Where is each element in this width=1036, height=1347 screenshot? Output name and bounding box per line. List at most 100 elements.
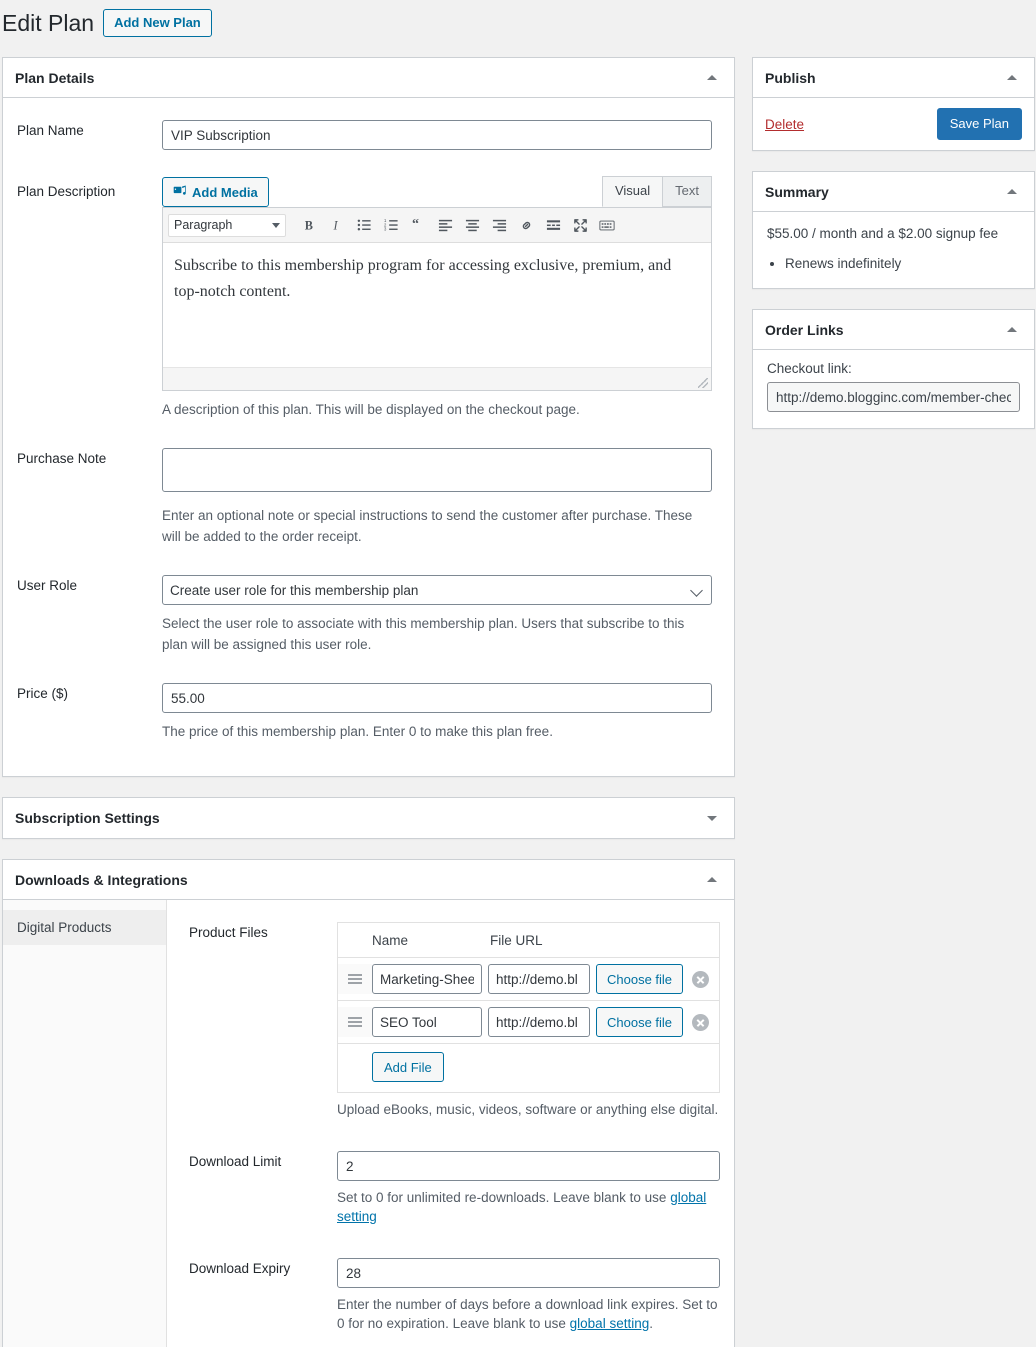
file-name-input[interactable] bbox=[372, 1007, 482, 1037]
align-center-icon[interactable] bbox=[459, 213, 485, 237]
subscription-settings-header[interactable]: Subscription Settings bbox=[3, 798, 734, 838]
download-expiry-input[interactable] bbox=[337, 1258, 720, 1288]
order-links-panel: Order Links Checkout link: bbox=[752, 309, 1035, 429]
tab-visual[interactable]: Visual bbox=[601, 176, 664, 207]
order-links-body: Checkout link: bbox=[753, 350, 1034, 428]
toolbar-toggle-icon[interactable] bbox=[594, 213, 620, 237]
price-input[interactable] bbox=[162, 683, 712, 713]
summary-panel: Summary $55.00 / month and a $2.00 signu… bbox=[752, 171, 1035, 289]
sidebar-column: Publish Delete Save Plan Summary $55.00 … bbox=[752, 57, 1035, 449]
summary-header[interactable]: Summary bbox=[753, 172, 1034, 212]
fullscreen-icon[interactable] bbox=[567, 213, 593, 237]
triangle-up-icon[interactable] bbox=[1002, 68, 1022, 88]
triangle-up-icon[interactable] bbox=[702, 68, 722, 88]
drag-handle-icon[interactable] bbox=[338, 964, 372, 994]
purchase-note-textarea[interactable] bbox=[162, 448, 712, 492]
triangle-up-icon[interactable] bbox=[702, 870, 722, 890]
plan-name-row: Plan Name bbox=[3, 98, 734, 150]
download-limit-help-text: Set to 0 for unlimited re-downloads. Lea… bbox=[337, 1190, 671, 1205]
download-limit-row: Download Limit Set to 0 for unlimited re… bbox=[189, 1151, 727, 1226]
page-header: Edit Plan Add New Plan bbox=[0, 0, 1036, 46]
user-role-label: User Role bbox=[17, 578, 78, 593]
plan-description-label: Plan Description bbox=[17, 184, 116, 199]
global-setting-link[interactable]: global setting bbox=[570, 1316, 650, 1331]
bold-icon[interactable]: B bbox=[297, 213, 323, 237]
download-limit-input[interactable] bbox=[337, 1151, 720, 1181]
publish-header[interactable]: Publish bbox=[753, 58, 1034, 98]
triangle-up-icon[interactable] bbox=[1002, 320, 1022, 340]
editor-mode-tabs: Visual Text bbox=[601, 176, 712, 207]
editor-content[interactable]: Subscribe to this membership program for… bbox=[163, 243, 711, 368]
triangle-up-icon[interactable] bbox=[1002, 182, 1022, 202]
add-media-button[interactable]: Add Media bbox=[162, 177, 269, 207]
purchase-note-row: Purchase Note Enter an optional note or … bbox=[3, 420, 734, 547]
product-files-row: Product Files Name File URL Marketing-Sh… bbox=[189, 922, 727, 1119]
italic-icon[interactable]: I bbox=[324, 213, 350, 237]
plan-details-header[interactable]: Plan Details bbox=[3, 58, 734, 98]
main-column: Plan Details Plan Name Plan Description bbox=[2, 57, 735, 1347]
add-file-button[interactable]: Add File bbox=[372, 1052, 444, 1082]
align-right-icon[interactable] bbox=[486, 213, 512, 237]
remove-circle-icon[interactable] bbox=[692, 970, 710, 988]
download-limit-label: Download Limit bbox=[189, 1154, 282, 1169]
bulleted-list-icon[interactable] bbox=[351, 213, 377, 237]
user-role-select[interactable]: Create user role for this membership pla… bbox=[162, 575, 712, 605]
order-links-header[interactable]: Order Links bbox=[753, 310, 1034, 350]
admin-page: Edit Plan Add New Plan Plan Details Plan… bbox=[0, 0, 1036, 1347]
summary-price-line: $55.00 / month and a $2.00 signup fee bbox=[767, 226, 999, 241]
format-select[interactable]: Paragraph bbox=[168, 213, 286, 237]
price-row: Price ($) The price of this membership p… bbox=[3, 655, 734, 776]
purchase-note-help: Enter an optional note or special instru… bbox=[162, 508, 693, 544]
table-row: Choose file bbox=[338, 958, 719, 1001]
product-files-help: Upload eBooks, music, videos, software o… bbox=[337, 1102, 719, 1117]
read-more-icon[interactable] bbox=[540, 213, 566, 237]
downloads-tab-digital-products[interactable]: Digital Products bbox=[3, 910, 166, 945]
remove-circle-icon[interactable] bbox=[692, 1013, 710, 1031]
downloads-integrations-header[interactable]: Downloads & Integrations bbox=[3, 860, 734, 900]
publish-actions: Delete Save Plan bbox=[753, 98, 1034, 150]
svg-text:“: “ bbox=[411, 218, 418, 232]
product-files-table-header: Name File URL bbox=[338, 923, 719, 958]
editor-statusbar bbox=[163, 368, 711, 390]
choose-file-button[interactable]: Choose file bbox=[596, 964, 684, 994]
subscription-settings-title: Subscription Settings bbox=[15, 810, 160, 826]
editor-frame: Paragraph B I 1 2 3 “ Subscribe to this … bbox=[162, 207, 712, 391]
file-url-input[interactable] bbox=[488, 1007, 590, 1037]
add-new-plan-button[interactable]: Add New Plan bbox=[103, 9, 212, 37]
tab-text[interactable]: Text bbox=[662, 176, 712, 207]
downloads-tab-list: Digital Products bbox=[3, 900, 167, 1347]
summary-title: Summary bbox=[765, 183, 829, 200]
column-header-file-url: File URL bbox=[490, 933, 543, 948]
download-expiry-label: Download Expiry bbox=[189, 1261, 291, 1276]
list-item: Renews indefinitely bbox=[785, 254, 1020, 274]
product-files-label: Product Files bbox=[189, 925, 268, 940]
downloads-integrations-title: Downloads & Integrations bbox=[15, 871, 188, 888]
price-help: The price of this membership plan. Enter… bbox=[162, 724, 553, 739]
save-plan-button[interactable]: Save Plan bbox=[936, 108, 1022, 140]
editor-toolbar: Paragraph B I 1 2 3 “ bbox=[163, 208, 711, 243]
svg-text:3: 3 bbox=[384, 227, 387, 232]
link-icon[interactable] bbox=[513, 213, 539, 237]
file-name-input[interactable] bbox=[372, 964, 482, 994]
drag-handle-icon[interactable] bbox=[338, 1007, 372, 1037]
plan-description-row: Plan Description Add Media Visual Text P… bbox=[3, 150, 734, 420]
download-expiry-help-text: Enter the number of days before a downlo… bbox=[337, 1297, 718, 1331]
download-limit-help: Set to 0 for unlimited re-downloads. Lea… bbox=[337, 1188, 727, 1226]
download-expiry-row: Download Expiry Enter the number of days… bbox=[189, 1258, 727, 1333]
table-row: Choose file bbox=[338, 1001, 719, 1044]
triangle-down-icon[interactable] bbox=[702, 808, 722, 828]
editor-resize-handle[interactable] bbox=[698, 378, 708, 388]
choose-file-button[interactable]: Choose file bbox=[596, 1007, 684, 1037]
media-icon bbox=[173, 184, 187, 201]
align-left-icon[interactable] bbox=[432, 213, 458, 237]
plan-name-input[interactable] bbox=[162, 120, 712, 150]
format-select-wrap: Paragraph bbox=[168, 213, 286, 237]
delete-link[interactable]: Delete bbox=[765, 117, 804, 132]
column-header-name: Name bbox=[372, 933, 409, 948]
price-label: Price ($) bbox=[17, 686, 69, 701]
numbered-list-icon[interactable]: 1 2 3 bbox=[378, 213, 404, 237]
file-url-input[interactable] bbox=[488, 964, 590, 994]
blockquote-icon[interactable]: “ bbox=[405, 213, 431, 237]
editor-top-bar: Add Media Visual Text bbox=[162, 176, 712, 207]
checkout-link-input[interactable] bbox=[767, 382, 1020, 412]
